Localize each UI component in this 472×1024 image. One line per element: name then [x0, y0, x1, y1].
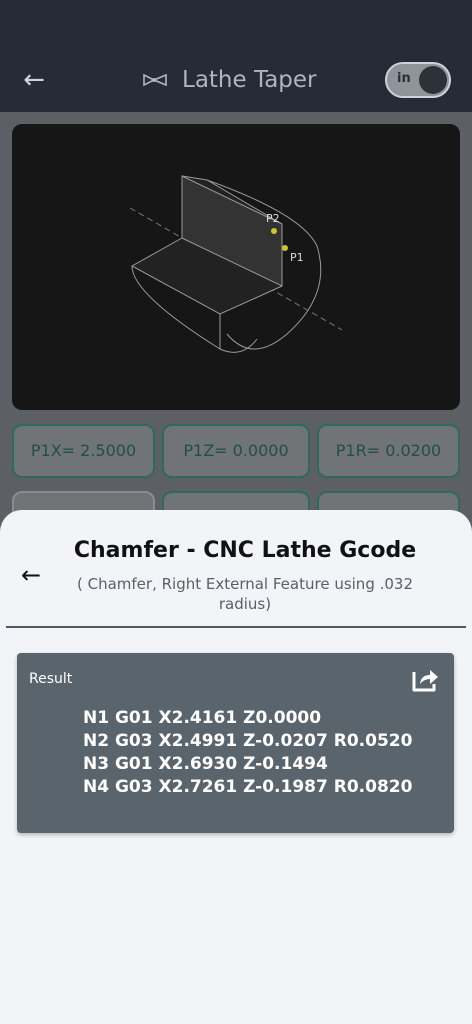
p1z-button[interactable]: P1Z= 0.0000: [162, 424, 310, 478]
app-title: Lathe Taper: [140, 62, 317, 98]
sheet-back-arrow-icon[interactable]: ←: [16, 560, 46, 590]
app-bar: ← Lathe Taper in: [0, 0, 472, 112]
sheet-subtitle: ( Chamfer, Right External Feature using …: [76, 575, 414, 613]
gcode-line: N2 G03 X2.4991 Z-0.0207 R0.0520: [83, 731, 413, 751]
toggle-knob: [419, 66, 447, 94]
p1x-button[interactable]: P1X= 2.5000: [12, 424, 155, 478]
p2-label: P2: [266, 212, 280, 225]
result-label: Result: [29, 671, 73, 687]
gcode-output: N1 G01 X2.4161 Z0.0000 N2 G03 X2.4991 Z-…: [83, 707, 412, 799]
part-diagram: P2 P1: [12, 124, 460, 410]
p1-label: P1: [290, 251, 304, 264]
gcode-line: N1 G01 X2.4161 Z0.0000: [83, 708, 322, 728]
divider: [6, 626, 466, 628]
page-title: Lathe Taper: [182, 67, 317, 93]
diagram-svg: P2 P1: [129, 175, 343, 353]
unit-toggle[interactable]: in: [385, 62, 451, 98]
back-arrow-icon[interactable]: ←: [18, 64, 50, 96]
gcode-bottom-sheet: ← Chamfer - CNC Lathe Gcode ( Chamfer, R…: [0, 510, 472, 1024]
unit-toggle-label: in: [397, 71, 411, 86]
gcode-line: N4 G03 X2.7261 Z-0.1987 R0.0820: [83, 777, 413, 797]
lathe-tool-icon: [143, 73, 167, 87]
share-icon[interactable]: [409, 663, 441, 695]
p1r-button[interactable]: P1R= 0.0200: [317, 424, 460, 478]
sheet-title: Chamfer - CNC Lathe Gcode: [73, 538, 417, 563]
result-card: Result N1 G01 X2.4161 Z0.0000 N2 G03 X2.…: [17, 653, 454, 833]
gcode-line: N3 G01 X2.6930 Z-0.1494: [83, 754, 328, 774]
